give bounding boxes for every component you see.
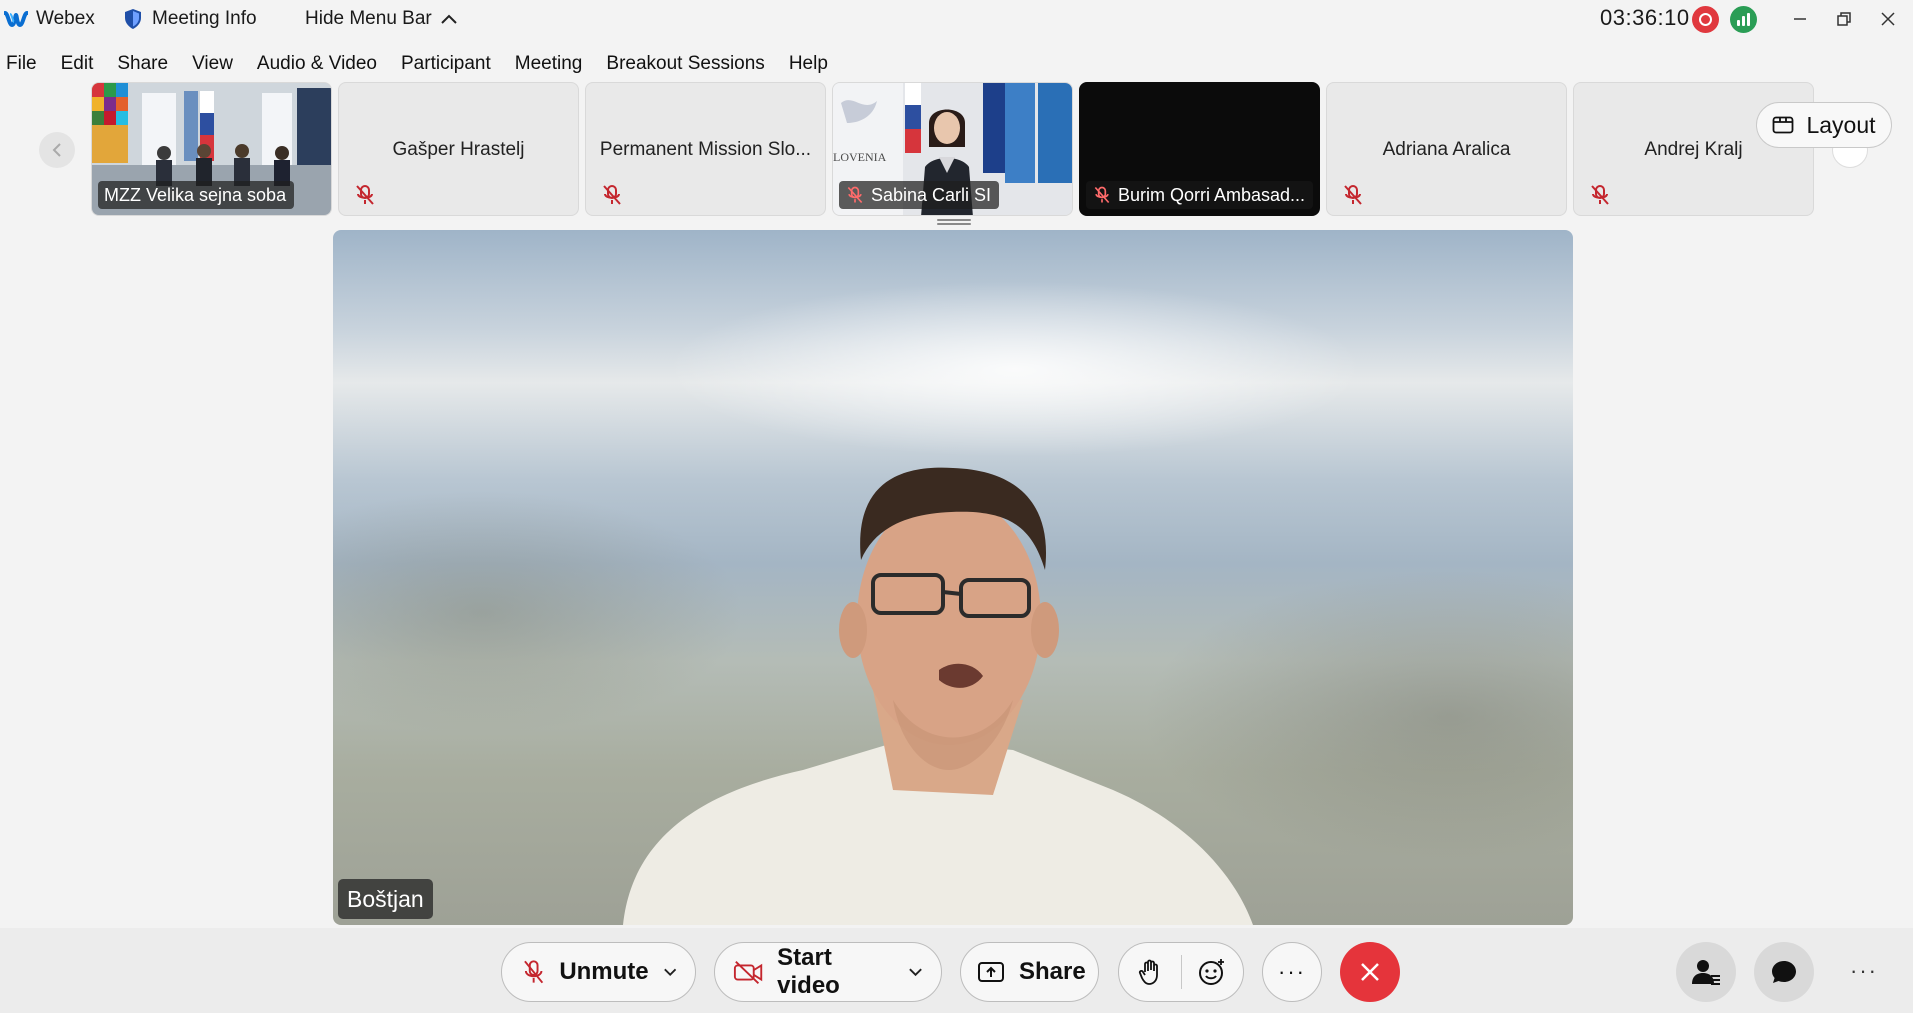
participant-name: Gašper Hrastelj xyxy=(392,139,525,160)
meeting-info-button[interactable]: Meeting Info xyxy=(124,8,257,30)
menu-share[interactable]: Share xyxy=(105,53,180,75)
hand-reaction-group xyxy=(1118,942,1244,1002)
menu-audio-video[interactable]: Audio & Video xyxy=(245,53,389,75)
title-bar: Webex Meeting Info Hide Menu Bar 03:36:1… xyxy=(0,0,1913,40)
participant-tile[interactable]: Burim Qorri Ambasad... xyxy=(1079,82,1320,216)
menu-bar: File Edit Share View Audio & Video Parti… xyxy=(0,48,840,80)
minimize-icon xyxy=(1794,18,1806,20)
muted-mic-icon xyxy=(1591,185,1609,205)
close-icon xyxy=(1361,963,1379,981)
close-icon xyxy=(1881,12,1895,26)
share-screen-icon xyxy=(978,962,1004,982)
menu-help[interactable]: Help xyxy=(777,53,840,75)
chevron-down-icon[interactable] xyxy=(663,967,677,977)
more-options-button[interactable]: ··· xyxy=(1262,942,1322,1002)
share-button[interactable]: Share xyxy=(960,942,1099,1002)
participants-panel-button[interactable] xyxy=(1676,942,1736,1002)
participant-tile[interactable]: Permanent Mission Slo... xyxy=(585,82,826,216)
start-video-label: Start video xyxy=(777,944,840,999)
reactions-button[interactable] xyxy=(1181,943,1243,1001)
participant-name-label: Burim Qorri Ambasad... xyxy=(1086,181,1314,209)
unmute-button[interactable]: Unmute xyxy=(501,942,696,1002)
hide-menu-label: Hide Menu Bar xyxy=(305,8,432,29)
filmstrip-prev-button[interactable] xyxy=(39,132,75,168)
participant-name: Burim Qorri Ambasad... xyxy=(1118,184,1306,205)
layout-button[interactable]: Layout xyxy=(1756,102,1892,148)
menu-breakout-sessions[interactable]: Breakout Sessions xyxy=(594,53,776,75)
menu-file[interactable]: File xyxy=(0,53,49,75)
muted-mic-icon xyxy=(524,960,544,984)
video-off-icon xyxy=(733,960,763,984)
raise-hand-icon xyxy=(1138,959,1158,985)
chevron-up-icon xyxy=(441,14,457,24)
filmstrip-resize-handle[interactable] xyxy=(937,219,971,226)
minimize-button[interactable] xyxy=(1780,4,1820,34)
unmute-label: Unmute xyxy=(559,958,649,985)
chevron-down-icon[interactable] xyxy=(908,967,923,977)
participant-name: Adriana Aralica xyxy=(1382,139,1511,160)
menu-participant[interactable]: Participant xyxy=(389,53,503,75)
more-options-icon: ··· xyxy=(1278,959,1306,984)
restore-button[interactable] xyxy=(1824,4,1864,34)
close-window-button[interactable] xyxy=(1868,4,1908,34)
participant-name-label: Sabina Carli SI xyxy=(839,181,1000,209)
webex-logo-icon xyxy=(4,11,28,28)
meeting-clock: 03:36:10 xyxy=(1600,5,1690,30)
app-title: Webex xyxy=(4,8,95,30)
muted-mic-icon xyxy=(603,185,621,205)
layout-icon xyxy=(1773,116,1794,134)
participant-name: MZZ Velika sejna soba xyxy=(104,184,287,205)
chat-icon xyxy=(1772,961,1796,983)
chevron-left-icon xyxy=(52,143,61,157)
hide-menu-bar-button[interactable]: Hide Menu Bar xyxy=(305,8,458,30)
more-panels-button[interactable]: ··· xyxy=(1850,958,1878,984)
leave-meeting-button[interactable] xyxy=(1340,942,1400,1002)
restore-icon xyxy=(1837,12,1851,26)
participant-tile[interactable]: MZZ Velika sejna soba xyxy=(91,82,332,216)
recording-indicator-icon[interactable] xyxy=(1692,6,1719,33)
chat-panel-button[interactable] xyxy=(1754,942,1814,1002)
participant-tile[interactable]: Gašper Hrastelj xyxy=(338,82,579,216)
active-speaker-name: Boštjan xyxy=(338,879,433,919)
participant-name: Sabina Carli SI xyxy=(871,184,992,205)
menu-view[interactable]: View xyxy=(180,53,245,75)
emoji-icon xyxy=(1199,959,1225,985)
app-name: Webex xyxy=(36,8,95,29)
speaker-video-frame xyxy=(623,467,1253,925)
network-health-icon[interactable] xyxy=(1730,6,1757,33)
muted-mic-icon xyxy=(1344,185,1362,205)
raise-hand-button[interactable] xyxy=(1119,943,1181,1001)
muted-mic-icon xyxy=(356,185,374,205)
svg-text:LOVENIA: LOVENIA xyxy=(833,150,887,164)
layout-label: Layout xyxy=(1806,111,1876,138)
menu-meeting[interactable]: Meeting xyxy=(503,53,595,75)
participant-tile[interactable]: LOVENIA Sabina Carli SI xyxy=(832,82,1073,216)
participant-tile[interactable]: Adriana Aralica xyxy=(1326,82,1567,216)
muted-mic-icon xyxy=(847,186,863,204)
meeting-control-bar: Unmute Start video Share ··· ··· xyxy=(0,928,1913,1013)
participant-name-label: MZZ Velika sejna soba xyxy=(98,181,295,209)
shield-icon xyxy=(125,9,141,29)
participant-name: Permanent Mission Slo... xyxy=(599,139,812,160)
participants-icon xyxy=(1692,960,1720,985)
meeting-info-label: Meeting Info xyxy=(152,8,257,29)
share-label: Share xyxy=(1019,958,1086,985)
active-speaker-video: Boštjan xyxy=(333,230,1573,925)
muted-mic-icon xyxy=(1094,186,1110,204)
menu-edit[interactable]: Edit xyxy=(49,53,106,75)
start-video-button[interactable]: Start video xyxy=(714,942,942,1002)
